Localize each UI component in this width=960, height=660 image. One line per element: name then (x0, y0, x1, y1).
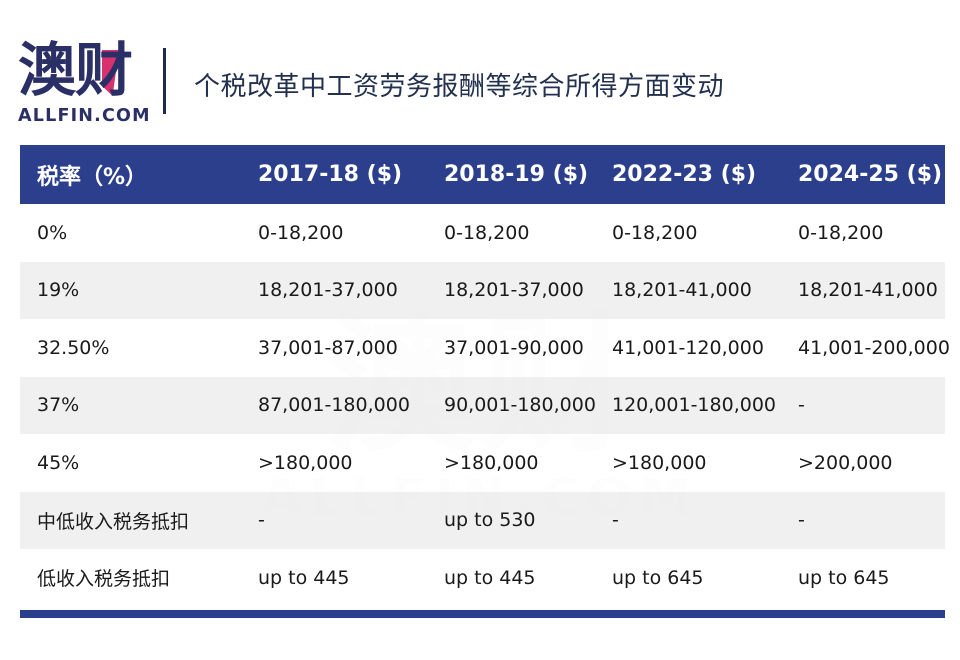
table-header: 税率（%） 2017-18 ($) 2018-19 ($) 2022-23 ($… (20, 145, 945, 204)
cell-2017-18: up to 445 (249, 549, 432, 607)
cell-2022-23: 18,201-41,000 (600, 261, 789, 319)
table-row: 37% 87,001-180,000 90,001-180,000 120,00… (20, 376, 945, 434)
cell-2017-18: >180,000 (249, 434, 432, 492)
cell-2024-25: - (789, 491, 945, 549)
cell-rate: 19% (20, 261, 249, 319)
column-header-2024-25: 2024-25 ($) (789, 145, 945, 204)
cell-rate: 37% (20, 376, 249, 434)
table-row: 32.50% 37,001-87,000 37,001-90,000 41,00… (20, 319, 950, 377)
column-header-2017-18: 2017-18 ($) (249, 145, 432, 204)
cell-2017-18: 87,001-180,000 (249, 376, 432, 434)
cell-rate: 0% (20, 204, 249, 262)
table-row: 低收入税务抵扣 up to 445 up to 445 up to 645 up… (20, 549, 945, 607)
header-divider (163, 48, 166, 114)
cell-2022-23: 120,001-180,000 (600, 376, 789, 434)
cell-2018-19: 90,001-180,000 (432, 376, 600, 434)
page-title: 个税改革中工资劳务报酬等综合所得方面变动 (194, 72, 725, 102)
logo-chinese-mark: 澳财 (18, 38, 146, 104)
cell-rate: 32.50% (20, 319, 249, 377)
cell-2024-25: 41,001-200,000 (789, 319, 950, 377)
cell-2024-25: up to 645 (789, 549, 945, 607)
cell-2022-23: 41,001-120,000 (600, 319, 789, 377)
table-bottom-accent-bar (20, 610, 945, 618)
table-row: 19% 18,201-37,000 18,201-37,000 18,201-4… (20, 261, 945, 319)
logo-latin-text: ALLFIN.COM (18, 106, 151, 126)
cell-2017-18: - (249, 491, 432, 549)
cell-2017-18: 0-18,200 (249, 204, 432, 262)
cell-rate: 中低收入税务抵扣 (20, 491, 249, 549)
cell-2024-25: 18,201-41,000 (789, 261, 945, 319)
table-row: 45% >180,000 >180,000 >180,000 >200,000 (20, 434, 945, 492)
cell-2017-18: 37,001-87,000 (249, 319, 432, 377)
allfin-logo: 澳财 ALLFIN.COM (18, 38, 151, 130)
table-header-row: 税率（%） 2017-18 ($) 2018-19 ($) 2022-23 ($… (20, 145, 945, 204)
cell-2024-25: >200,000 (789, 434, 945, 492)
tax-rate-table: 税率（%） 2017-18 ($) 2018-19 ($) 2022-23 ($… (20, 145, 950, 607)
cell-2018-19: up to 445 (432, 549, 600, 607)
cell-2022-23: - (600, 491, 789, 549)
cell-2024-25: 0-18,200 (789, 204, 945, 262)
cell-2018-19: up to 530 (432, 491, 600, 549)
cell-2022-23: 0-18,200 (600, 204, 789, 262)
table-row: 0% 0-18,200 0-18,200 0-18,200 0-18,200 (20, 204, 945, 262)
cell-2018-19: 0-18,200 (432, 204, 600, 262)
table-row: 中低收入税务抵扣 - up to 530 - - (20, 491, 945, 549)
tax-rate-table-container: 澳财 ALLFIN.COM 税率（%） 2017-18 ($) 2018-19 … (20, 145, 950, 618)
cell-2022-23: >180,000 (600, 434, 789, 492)
column-header-rate: 税率（%） (20, 145, 249, 204)
cell-rate: 45% (20, 434, 249, 492)
cell-2018-19: 37,001-90,000 (432, 319, 600, 377)
cell-2018-19: >180,000 (432, 434, 600, 492)
table-body: 0% 0-18,200 0-18,200 0-18,200 0-18,200 1… (20, 204, 950, 607)
cell-2017-18: 18,201-37,000 (249, 261, 432, 319)
logo-chinese-text: 澳财 (18, 36, 133, 104)
cell-rate: 低收入税务抵扣 (20, 549, 249, 607)
column-header-2018-19: 2018-19 ($) (432, 145, 600, 204)
cell-2018-19: 18,201-37,000 (432, 261, 600, 319)
page-header: 澳财 ALLFIN.COM 个税改革中工资劳务报酬等综合所得方面变动 (0, 0, 960, 140)
column-header-2022-23: 2022-23 ($) (600, 145, 789, 204)
cell-2022-23: up to 645 (600, 549, 789, 607)
cell-2024-25: - (789, 376, 945, 434)
